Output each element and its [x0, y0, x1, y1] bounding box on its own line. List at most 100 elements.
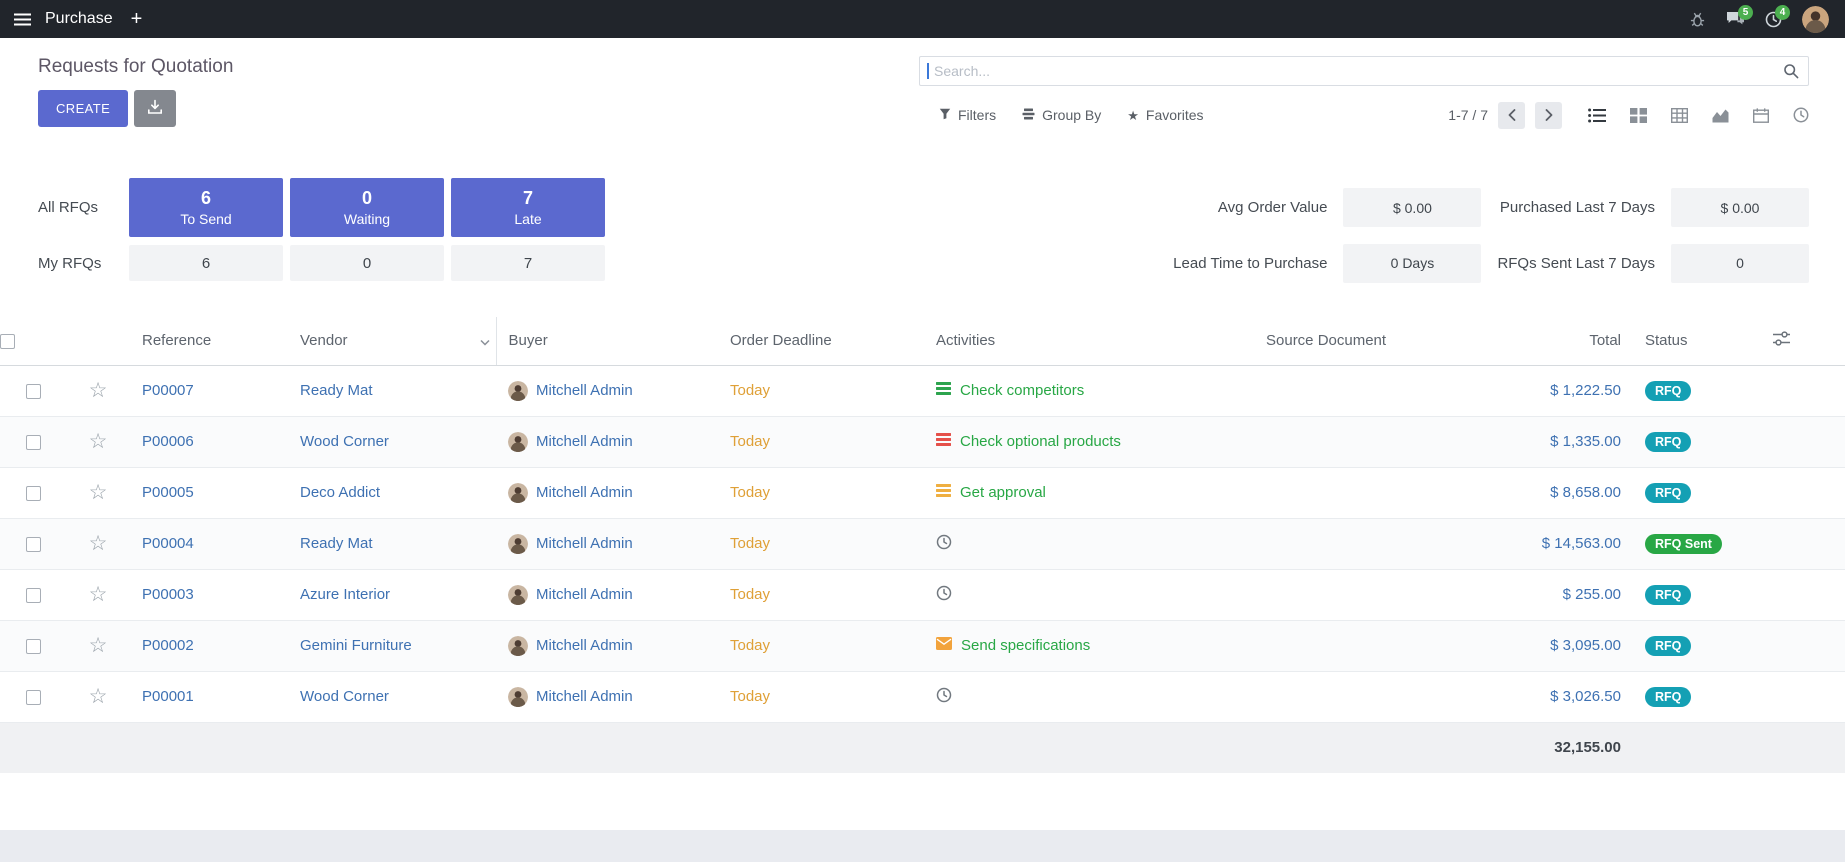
reference-link[interactable]: P00003 [142, 586, 194, 603]
activity-cell[interactable] [936, 585, 1242, 605]
header-order-deadline[interactable]: Order Deadline [718, 317, 924, 365]
buyer-link[interactable]: Mitchell Admin [536, 535, 633, 552]
activity-cell[interactable] [936, 534, 1242, 554]
favorite-star-icon[interactable]: ☆ [89, 430, 108, 453]
list-view-icon[interactable] [1588, 108, 1606, 123]
funnel-icon [939, 107, 951, 123]
optional-columns-icon[interactable] [1773, 317, 1845, 365]
activity-cell[interactable] [936, 687, 1242, 707]
vendor-link[interactable]: Gemini Furniture [300, 637, 412, 654]
pivot-view-icon[interactable] [1671, 108, 1688, 123]
table-row[interactable]: ☆ P00006 Wood Corner Mitchell Admin Toda… [0, 416, 1845, 467]
bug-icon[interactable] [1689, 11, 1706, 28]
pager-previous-button[interactable] [1498, 102, 1525, 129]
plus-icon[interactable]: + [131, 9, 143, 29]
favorites-button[interactable]: ★ Favorites [1127, 107, 1203, 123]
reference-link[interactable]: P00001 [142, 688, 194, 705]
lead-time-box[interactable]: 0 Days [1343, 244, 1481, 283]
source-document-cell [1254, 671, 1453, 722]
order-deadline-cell: Today [718, 365, 924, 416]
vendor-link[interactable]: Wood Corner [300, 433, 389, 450]
reference-link[interactable]: P00005 [142, 484, 194, 501]
pager-counter[interactable]: 1-7 / 7 [1448, 107, 1488, 123]
reference-link[interactable]: P00007 [142, 382, 194, 399]
group-by-button[interactable]: Group By [1022, 107, 1101, 123]
activities-clock-icon[interactable]: 4 [1765, 11, 1782, 28]
vendor-link[interactable]: Azure Interior [300, 586, 390, 603]
reference-link[interactable]: P00002 [142, 637, 194, 654]
buyer-link[interactable]: Mitchell Admin [536, 586, 633, 603]
buyer-link[interactable]: Mitchell Admin [536, 382, 633, 399]
table-row[interactable]: ☆ P00005 Deco Addict Mitchell Admin Toda… [0, 467, 1845, 518]
activity-view-icon[interactable] [1793, 107, 1809, 123]
row-checkbox[interactable] [26, 588, 41, 603]
vendor-link[interactable]: Ready Mat [300, 382, 373, 399]
select-all-checkbox[interactable] [0, 334, 15, 349]
buyer-link[interactable]: Mitchell Admin [536, 688, 633, 705]
activity-cell[interactable]: Get approval [936, 484, 1242, 501]
total-cell: $ 3,026.50 [1453, 671, 1633, 722]
table-row[interactable]: ☆ P00007 Ready Mat Mitchell Admin Today … [0, 365, 1845, 416]
my-waiting-box[interactable]: 0 [290, 245, 444, 281]
favorite-star-icon[interactable]: ☆ [89, 685, 108, 708]
row-checkbox[interactable] [26, 690, 41, 705]
calendar-view-icon[interactable] [1753, 108, 1769, 123]
header-activities[interactable]: Activities [924, 317, 1254, 365]
table-row[interactable]: ☆ P00001 Wood Corner Mitchell Admin Toda… [0, 671, 1845, 722]
search-input[interactable] [919, 56, 1809, 86]
table-row[interactable]: ☆ P00004 Ready Mat Mitchell Admin Today … [0, 518, 1845, 569]
header-status[interactable]: Status [1633, 317, 1773, 365]
apps-menu-icon[interactable] [14, 13, 31, 26]
buyer-link[interactable]: Mitchell Admin [536, 637, 633, 654]
row-checkbox[interactable] [26, 639, 41, 654]
user-avatar[interactable] [1802, 6, 1829, 33]
vendor-link[interactable]: Deco Addict [300, 484, 380, 501]
activity-cell[interactable]: Check competitors [936, 382, 1242, 399]
table-row[interactable]: ☆ P00002 Gemini Furniture Mitchell Admin… [0, 620, 1845, 671]
header-reference[interactable]: Reference [130, 317, 288, 365]
filters-button[interactable]: Filters [939, 107, 996, 123]
pager-next-button[interactable] [1535, 102, 1562, 129]
vendor-link[interactable]: Ready Mat [300, 535, 373, 552]
header-vendor[interactable]: Vendor [288, 317, 496, 365]
my-late-box[interactable]: 7 [451, 245, 605, 281]
header-buyer[interactable]: Buyer [496, 317, 718, 365]
row-checkbox[interactable] [26, 537, 41, 552]
buyer-link[interactable]: Mitchell Admin [536, 484, 633, 501]
row-checkbox[interactable] [26, 435, 41, 450]
reference-link[interactable]: P00004 [142, 535, 194, 552]
view-switcher [1588, 107, 1809, 123]
favorite-star-icon[interactable]: ☆ [89, 583, 108, 606]
vendor-link[interactable]: Wood Corner [300, 688, 389, 705]
row-checkbox[interactable] [26, 486, 41, 501]
header-total[interactable]: Total [1453, 317, 1633, 365]
buyer-avatar [508, 483, 528, 503]
row-checkbox[interactable] [26, 384, 41, 399]
graph-view-icon[interactable] [1712, 108, 1729, 123]
favorite-star-icon[interactable]: ☆ [89, 634, 108, 657]
favorite-star-icon[interactable]: ☆ [89, 379, 108, 402]
activity-cell[interactable]: Send specifications [936, 637, 1242, 654]
my-to-send-box[interactable]: 6 [129, 245, 283, 281]
reference-link[interactable]: P00006 [142, 433, 194, 450]
create-button[interactable]: CREATE [38, 90, 128, 127]
favorite-star-icon[interactable]: ☆ [89, 481, 108, 504]
rfqs-sent-last-7-days-box[interactable]: 0 [1671, 244, 1809, 283]
to-send-label: To Send [180, 211, 231, 227]
table-row[interactable]: ☆ P00003 Azure Interior Mitchell Admin T… [0, 569, 1845, 620]
app-name[interactable]: Purchase [45, 10, 113, 28]
purchased-last-7-days-box[interactable]: $ 0.00 [1671, 188, 1809, 227]
buyer-link[interactable]: Mitchell Admin [536, 433, 633, 450]
status-badge: RFQ Sent [1645, 534, 1722, 554]
late-card[interactable]: 7 Late [451, 178, 605, 237]
waiting-card[interactable]: 0 Waiting [290, 178, 444, 237]
export-button[interactable] [134, 90, 176, 127]
kanban-view-icon[interactable] [1630, 108, 1647, 123]
activity-cell[interactable]: Check optional products [936, 433, 1242, 450]
to-send-card[interactable]: 6 To Send [129, 178, 283, 237]
source-document-cell [1254, 365, 1453, 416]
favorite-star-icon[interactable]: ☆ [89, 532, 108, 555]
avg-order-value-box[interactable]: $ 0.00 [1343, 188, 1481, 227]
header-source-document[interactable]: Source Document [1254, 317, 1453, 365]
messages-icon[interactable]: 5 [1726, 11, 1745, 27]
